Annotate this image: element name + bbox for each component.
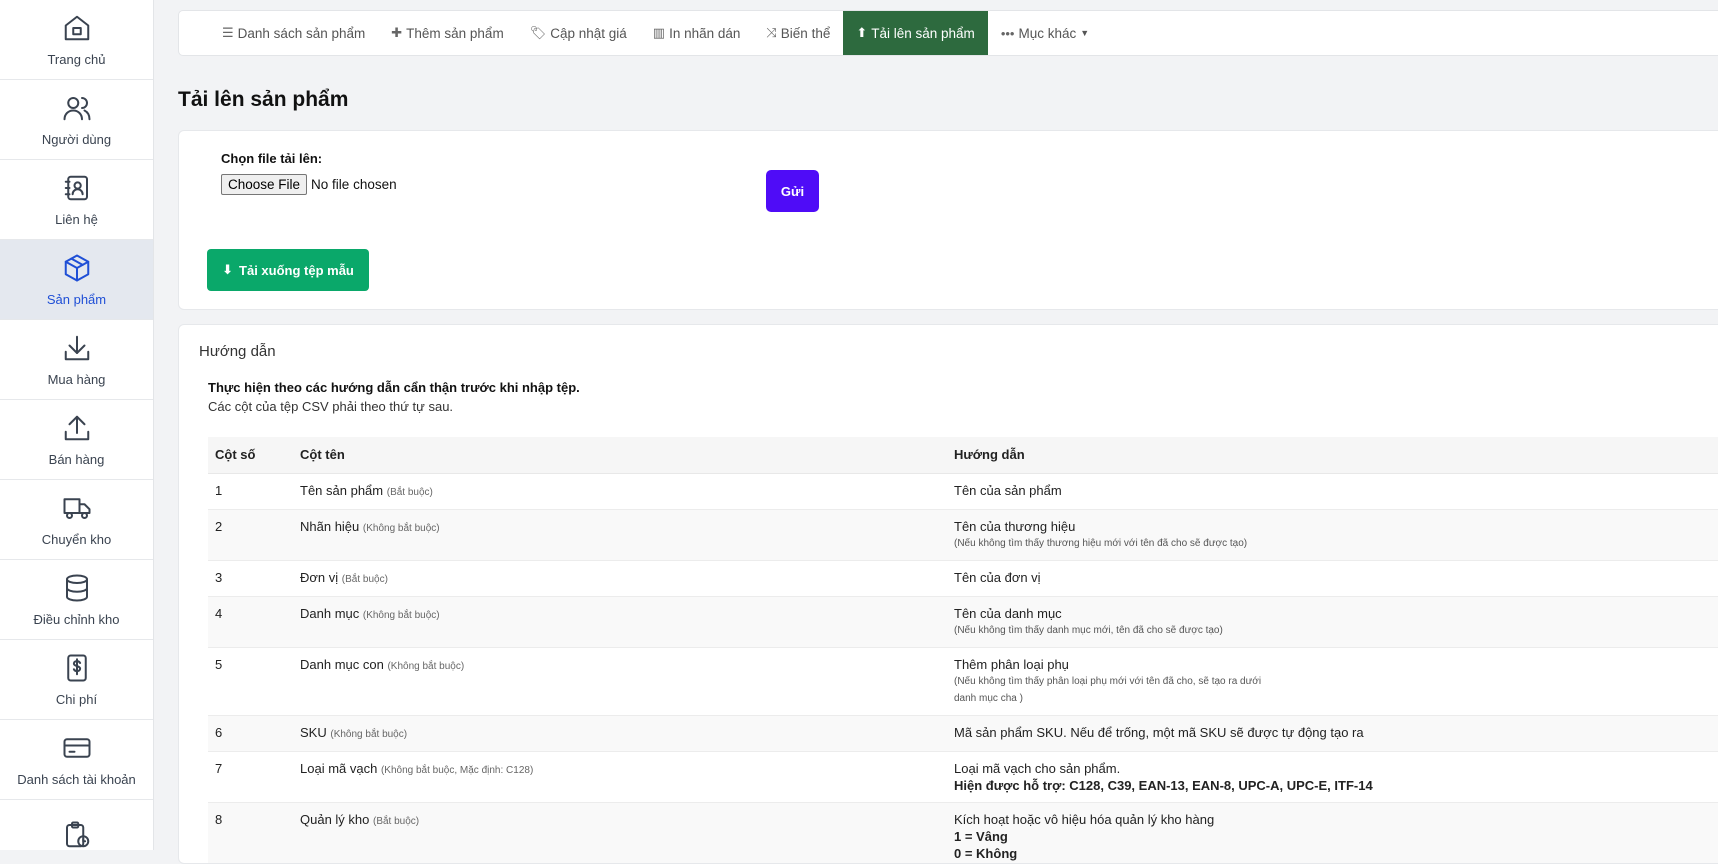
sidebar-item-label: Bán hàng (48, 451, 105, 467)
tab-variants[interactable]: ⤨ Biến thể (753, 11, 843, 55)
table-row: 5 Danh mục con (Không bắt buộc) Thêm phâ… (208, 647, 1718, 716)
sidebar-item-label: Điều chỉnh kho (33, 611, 120, 627)
file-input[interactable]: Choose File No file chosen (221, 174, 397, 195)
tab-print-labels[interactable]: ▥ In nhãn dán (640, 11, 754, 55)
sidebar-item-label: Chuyển kho (41, 531, 112, 547)
cube-icon (64, 254, 89, 281)
guide-card: Hướng dẫn Thực hiện theo các hướng dẫn c… (178, 324, 1718, 864)
tag-icon: 🏷 (529, 25, 547, 40)
choose-file-button[interactable]: Choose File (221, 174, 308, 195)
sidebar-item-purchases[interactable]: Mua hàng (0, 320, 153, 400)
caret-down-icon: ▼ (1080, 28, 1090, 38)
sidebar-item-reports[interactable] (0, 800, 153, 850)
upload-arrow-icon (64, 415, 89, 440)
upload-icon: ⬆ (856, 25, 868, 40)
column-header: Hướng dẫn (947, 437, 1718, 474)
download-icon: ⬇ (222, 262, 234, 277)
tab-product-list[interactable]: ☰ Danh sách sản phẩm (209, 11, 378, 55)
ellipsis-icon: ••• (1000, 25, 1015, 41)
tab-update-price[interactable]: 🏷 Cập nhật giá (517, 11, 640, 55)
product-nav: ☰ Danh sách sản phẩm ✚ Thêm sản phẩm 🏷 Cập … (178, 10, 1718, 56)
clipboard-clock-icon (65, 821, 89, 848)
file-status: No file chosen (311, 177, 397, 192)
truck-icon (63, 497, 90, 519)
tab-more[interactable]: ••• Mục khác ▼ (988, 11, 1102, 55)
tab-upload-products[interactable]: ⬆ Tải lên sản phẩm (843, 11, 988, 55)
sidebar-item-label: Danh sách tài khoản (17, 771, 136, 787)
home-icon (64, 15, 89, 40)
csv-columns-table: Cột số Cột tên Hướng dẫn 1 Tên sản phẩm … (208, 437, 1718, 863)
guide-title: Hướng dẫn (199, 343, 276, 360)
column-header: Cột tên (293, 437, 947, 474)
database-icon (65, 574, 88, 601)
tab-add-product[interactable]: ✚ Thêm sản phẩm (378, 11, 516, 55)
sidebar-item-label: Trang chủ (47, 51, 106, 67)
dollar-doc-icon (66, 654, 87, 681)
users-icon (63, 96, 90, 120)
upload-card: Chọn file tải lên: Choose File No file c… (178, 130, 1718, 310)
sidebar-item-label: Mua hàng (47, 371, 106, 387)
sidebar-item-expenses[interactable]: Chi phí (0, 640, 153, 720)
sidebar-item-label: Liên hệ (55, 211, 98, 227)
list-icon: ☰ (222, 25, 234, 40)
sidebar-item-accounts[interactable]: Danh sách tài khoản (0, 720, 153, 800)
sidebar: Trang chủ Người dùng Liên hệ Sản phẩm Mu… (0, 0, 154, 850)
sidebar-item-label: Sản phẩm (46, 291, 107, 307)
contact-book-icon (64, 175, 88, 200)
sidebar-item-adjustments[interactable]: Điều chỉnh kho (0, 560, 153, 640)
table-row: 2 Nhãn hiệu (Không bắt buộc) Tên của thư… (208, 509, 1718, 561)
shuffle-icon: ⤨ (766, 25, 777, 40)
sidebar-item-label: Người dùng (41, 131, 112, 147)
download-arrow-icon (64, 335, 89, 360)
file-upload-label: Chọn file tải lên: (221, 151, 323, 166)
page-title: Tải lên sản phẩm (178, 88, 349, 111)
sidebar-item-home[interactable]: Trang chủ (0, 0, 153, 80)
sidebar-item-products[interactable]: Sản phẩm (0, 240, 153, 320)
sidebar-item-sales[interactable]: Bán hàng (0, 400, 153, 480)
guide-intro: Thực hiện theo các hướng dẫn cẩn thận tr… (208, 380, 580, 395)
download-template-button[interactable]: ⬇ Tải xuống tệp mẫu (207, 249, 369, 291)
table-row: 7 Loại mã vạch (Không bắt buộc, Mặc định… (208, 751, 1718, 803)
guide-subtitle: Các cột của tệp CSV phải theo thứ tự sau… (208, 399, 454, 414)
table-row: 4 Danh mục (Không bắt buộc) Tên của danh… (208, 596, 1718, 648)
barcode-icon: ▥ (652, 25, 666, 40)
sidebar-item-transfers[interactable]: Chuyển kho (0, 480, 153, 560)
table-row: 8 Quản lý kho (Bắt buộc) Kích hoạt hoặc … (208, 802, 1718, 863)
table-row: 3 Đơn vị (Bắt buộc) Tên của đơn vị (208, 560, 1718, 597)
column-header: Cột số (208, 437, 293, 474)
sidebar-item-label: Chi phí (55, 691, 98, 707)
card-icon (63, 737, 90, 758)
sidebar-item-contacts[interactable]: Liên hệ (0, 160, 153, 240)
table-row: 6 SKU (Không bắt buộc) Mã sản phẩm SKU. … (208, 715, 1718, 752)
plus-icon: ✚ (391, 25, 403, 40)
submit-button[interactable]: Gửi (766, 170, 819, 212)
table-row: 1 Tên sản phẩm (Bắt buộc) Tên của sản ph… (208, 473, 1718, 510)
sidebar-item-users[interactable]: Người dùng (0, 80, 153, 160)
